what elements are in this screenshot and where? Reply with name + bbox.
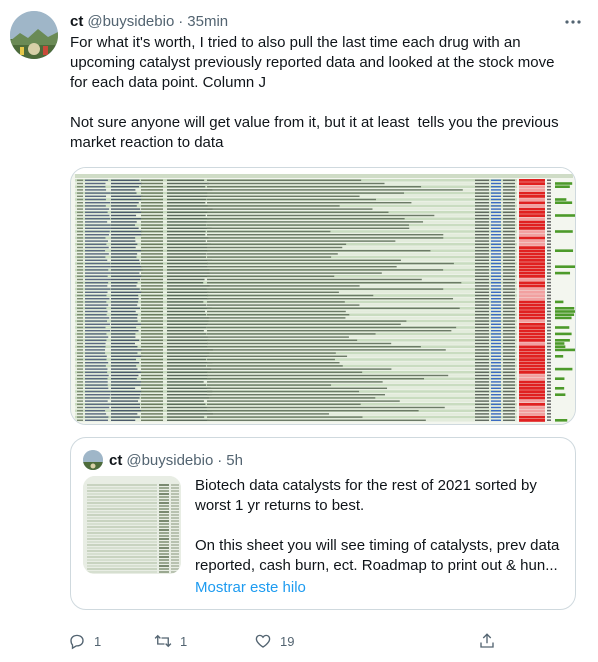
share-button[interactable] xyxy=(472,626,502,656)
separator-dot: · xyxy=(217,451,223,469)
author-avatar[interactable] xyxy=(10,11,58,59)
like-count: 19 xyxy=(280,633,295,649)
author-name[interactable]: ct xyxy=(70,13,83,30)
reply-button[interactable]: 1 xyxy=(62,626,101,656)
reply-count: 1 xyxy=(94,633,102,649)
retweet-count: 1 xyxy=(180,633,188,649)
reply-icon xyxy=(70,634,84,650)
separator-dot: · xyxy=(178,12,184,30)
tweet-text: For what it's worth, I tried to also pul… xyxy=(70,34,559,151)
tweet-time[interactable]: 35min xyxy=(187,13,228,30)
quoted-tweet[interactable]: ct @buysidebio · 5h Biotech data catalys… xyxy=(70,437,576,610)
quoted-author-name: ct xyxy=(109,451,123,469)
more-button[interactable] xyxy=(556,8,590,36)
tweet-header: ct @buysidebio · 35min xyxy=(70,11,228,31)
like-icon xyxy=(255,634,271,648)
like-button[interactable]: 19 xyxy=(248,626,294,656)
quoted-tweet-header: ct @buysidebio · 5h xyxy=(109,450,243,470)
tweet-actions: 1 1 19 xyxy=(62,626,502,656)
spreadsheet-image[interactable] xyxy=(70,167,576,425)
tweet[interactable]: ct @buysidebio · 35min For what it's wor… xyxy=(0,0,598,662)
retweet-icon xyxy=(154,634,172,648)
author-handle[interactable]: @buysidebio xyxy=(87,13,174,30)
retweet-button[interactable]: 1 xyxy=(148,626,187,656)
quoted-image-thumbnail xyxy=(83,476,181,574)
quoted-tweet-text: Biotech data catalysts for the rest of 2… xyxy=(195,477,560,574)
quoted-tweet-time: 5h xyxy=(226,451,243,469)
quoted-author-handle: @buysidebio xyxy=(126,451,214,469)
quoted-author-avatar xyxy=(83,450,103,470)
more-icon xyxy=(565,20,581,24)
show-thread-link[interactable]: Mostrar este hilo xyxy=(195,579,306,596)
share-icon xyxy=(480,633,494,648)
